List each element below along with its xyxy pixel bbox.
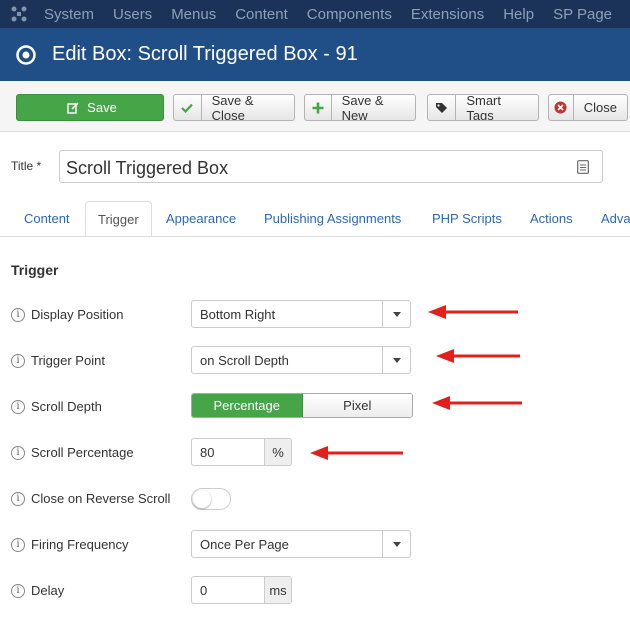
firing-frequency-select[interactable]: Once Per Page [191,530,411,558]
title-label: Title * [11,159,42,173]
document-icon[interactable] [577,160,589,174]
close-on-reverse-switch[interactable] [191,488,231,510]
tab-advanced[interactable]: Advanced [601,201,630,236]
chevron-down-icon [382,347,410,373]
close-label: Close [583,100,617,115]
title-value: Scroll Triggered Box [66,158,229,178]
firing-frequency-row: i Firing Frequency Once Per Page [0,530,630,560]
info-icon[interactable]: i [11,538,25,552]
close-button[interactable]: Close [548,94,628,121]
save-close-label: Save & Close [211,94,254,121]
menu-sp-page[interactable]: SP Page [553,6,612,23]
close-on-reverse-label: Close on Reverse Scroll [31,491,171,506]
scroll-depth-toggle: Percentage Pixel [191,393,413,418]
display-position-label: Display Position [31,307,124,322]
edit-icon [63,95,83,120]
tab-bar: Content Trigger Appearance Publishing As… [0,201,630,237]
info-icon[interactable]: i [11,492,25,506]
menu-content[interactable]: Content [235,6,288,23]
tab-content[interactable]: Content [24,201,70,236]
save-button[interactable]: Save [16,94,164,121]
percent-addon: % [264,439,291,465]
scroll-depth-row: i Scroll Depth Percentage Pixel [0,392,630,422]
save-label: Save [87,100,117,115]
section-title: Trigger [11,262,59,278]
scroll-percentage-value: 80 [200,445,215,460]
annotation-arrow [428,305,518,319]
title-row: Title * Scroll Triggered Box [0,150,630,184]
trigger-point-label: Trigger Point [31,353,105,368]
tab-appearance[interactable]: Appearance [166,201,236,236]
trigger-point-value: on Scroll Depth [200,353,289,368]
tab-php-scripts[interactable]: PHP Scripts [432,201,502,236]
top-menu-bar: System Users Menus Content Components Ex… [0,0,630,28]
info-icon[interactable]: i [11,446,25,460]
menu-components[interactable]: Components [307,6,392,23]
tab-publishing-assignments[interactable]: Publishing Assignments [264,201,401,236]
firing-frequency-value: Once Per Page [200,537,289,552]
tab-actions[interactable]: Actions [530,201,573,236]
annotation-arrow [436,349,520,363]
joomla-logo-icon[interactable] [10,4,28,24]
scroll-depth-percentage-option[interactable]: Percentage [192,394,303,417]
firing-frequency-label: Firing Frequency [31,537,129,552]
scroll-depth-pixel-option[interactable]: Pixel [302,394,412,417]
menu-users[interactable]: Users [113,6,152,23]
close-icon [549,95,574,120]
chevron-down-icon [382,301,410,327]
smart-tags-button[interactable]: Smart Tags [427,94,539,121]
switch-knob [193,490,211,508]
tag-icon [428,95,457,120]
scroll-percentage-input[interactable]: 80 % [191,438,292,466]
page-title: Edit Box: Scroll Triggered Box - 91 [52,43,358,65]
delay-value: 0 [200,583,208,598]
trigger-point-row: i Trigger Point on Scroll Depth [0,346,630,376]
menu-extensions[interactable]: Extensions [411,6,484,23]
scroll-depth-label: Scroll Depth [31,399,102,414]
delay-row: i Delay 0 ms [0,576,630,606]
menu-system[interactable]: System [44,6,94,23]
save-new-label: Save & New [341,94,384,121]
delay-label: Delay [31,583,65,598]
annotation-arrow [432,396,522,410]
annotation-arrow [310,446,403,460]
display-position-select[interactable]: Bottom Right [191,300,411,328]
save-close-button[interactable]: Save & Close [173,94,295,121]
info-icon[interactable]: i [11,584,25,598]
info-icon[interactable]: i [11,308,25,322]
page-header: Edit Box: Scroll Triggered Box - 91 [0,28,630,81]
close-on-reverse-row: i Close on Reverse Scroll [0,484,630,514]
ms-addon: ms [264,577,291,603]
menu-help[interactable]: Help [503,6,534,23]
chevron-down-icon [382,531,410,557]
trigger-point-select[interactable]: on Scroll Depth [191,346,411,374]
scroll-percentage-label: Scroll Percentage [31,445,134,460]
smart-tags-label: Smart Tags [466,94,501,121]
title-input[interactable]: Scroll Triggered Box [59,150,603,183]
target-icon [16,44,36,65]
delay-input[interactable]: 0 ms [191,576,292,604]
display-position-row: i Display Position Bottom Right [0,300,630,330]
menu-menus[interactable]: Menus [171,6,216,23]
toolbar: Save Save & Close Save & New Smart Tags … [0,81,630,132]
check-icon [174,95,202,120]
display-position-value: Bottom Right [200,307,276,322]
info-icon[interactable]: i [11,400,25,414]
tab-trigger[interactable]: Trigger [85,201,152,236]
info-icon[interactable]: i [11,354,25,368]
save-new-button[interactable]: Save & New [304,94,416,121]
plus-icon [305,95,332,120]
